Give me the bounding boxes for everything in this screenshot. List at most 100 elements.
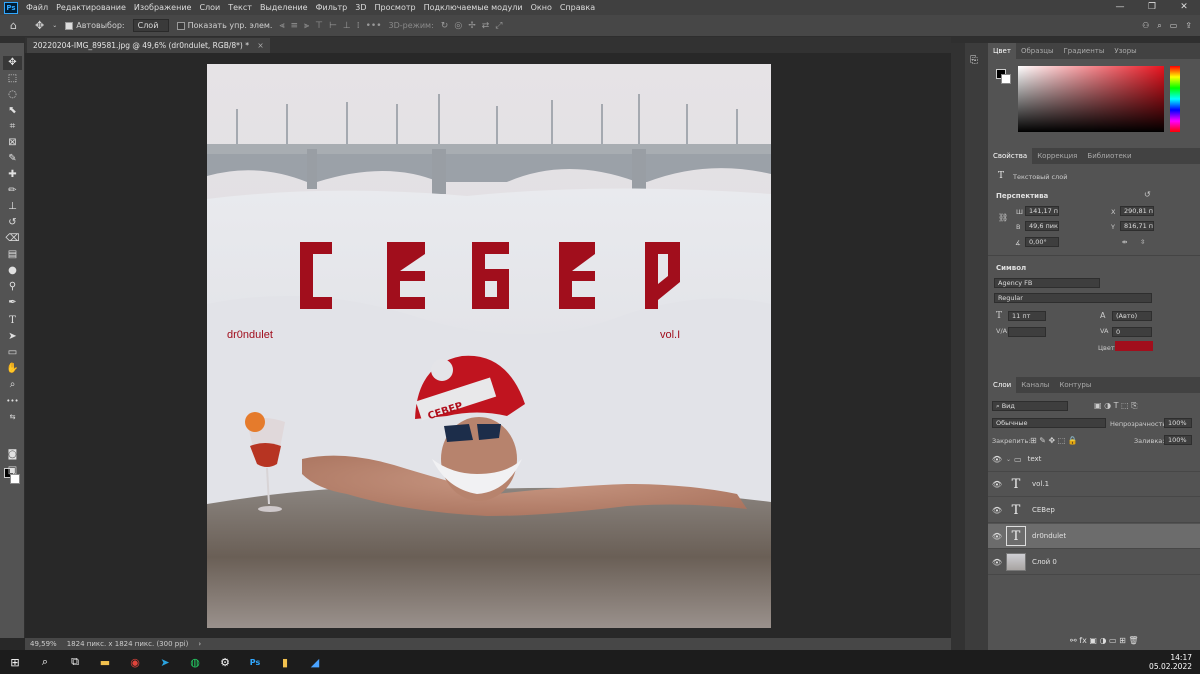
- autoselect-checkbox[interactable]: [65, 21, 74, 30]
- tab-patterns[interactable]: Узоры: [1109, 43, 1141, 59]
- hand-tool-icon[interactable]: ✋: [3, 362, 22, 376]
- move-tool-preset-icon[interactable]: ✥: [35, 19, 44, 32]
- x-field[interactable]: 290,81 пик: [1120, 206, 1154, 216]
- font-size-field[interactable]: 11 пт: [1008, 311, 1046, 321]
- align-middle-icon[interactable]: ⊢: [329, 21, 337, 31]
- move-tool-icon[interactable]: ✥: [3, 56, 22, 70]
- app-icon[interactable]: ◢: [300, 650, 330, 674]
- chrome-icon[interactable]: ◉: [120, 650, 150, 674]
- minimize-icon[interactable]: —: [1104, 0, 1136, 15]
- close-icon[interactable]: ✕: [1168, 0, 1200, 15]
- eraser-tool-icon[interactable]: ⌫: [3, 232, 22, 246]
- menu-edit[interactable]: Редактирование: [52, 3, 130, 12]
- tab-gradients[interactable]: Градиенты: [1059, 43, 1110, 59]
- visibility-eye-icon[interactable]: 👁: [988, 455, 1006, 464]
- menu-image[interactable]: Изображение: [130, 3, 196, 12]
- menu-layer[interactable]: Слои: [195, 3, 224, 12]
- hue-slider[interactable]: [1170, 66, 1180, 132]
- character-section-title[interactable]: Символ: [996, 264, 1026, 272]
- blend-mode-select[interactable]: Обычные: [992, 418, 1106, 428]
- pan-3d-icon[interactable]: ✢: [468, 21, 476, 31]
- visibility-eye-icon[interactable]: 👁: [988, 532, 1006, 541]
- document-canvas[interactable]: СЕВЕР dr0ndulet vol.I: [207, 64, 771, 628]
- font-family-select[interactable]: Agency FB: [994, 278, 1100, 288]
- slide-3d-icon[interactable]: ⇄: [482, 21, 490, 31]
- share-icon[interactable]: ⚇: [1142, 21, 1149, 30]
- tab-color[interactable]: Цвет: [988, 43, 1016, 59]
- opacity-field[interactable]: 100%: [1164, 418, 1192, 428]
- distribute-icon[interactable]: ⁞: [357, 21, 360, 31]
- link-icon[interactable]: ⛓: [998, 213, 1008, 222]
- tab-adjustments[interactable]: Коррекция: [1032, 148, 1082, 164]
- quick-mask-icon[interactable]: ◙: [3, 448, 22, 462]
- layer-row[interactable]: 👁 ⌄ ▭ text: [988, 447, 1200, 472]
- menu-plugins[interactable]: Подключаемые модули: [420, 3, 527, 12]
- system-clock[interactable]: 14:17 05.02.2022: [1149, 653, 1192, 671]
- type-tool-icon[interactable]: T: [3, 314, 22, 328]
- color-bg-swatch[interactable]: [1001, 74, 1011, 84]
- tab-swatches[interactable]: Образцы: [1016, 43, 1059, 59]
- layer-actions-icons[interactable]: ⚯ fx ▣ ◑ ▭ ⊞ 🗑: [1070, 636, 1138, 645]
- y-field[interactable]: 816,71 пик: [1120, 221, 1154, 231]
- file-explorer-icon[interactable]: ▬: [90, 650, 120, 674]
- chevron-right-icon[interactable]: ›: [198, 640, 201, 648]
- align-center-icon[interactable]: ≡: [291, 21, 299, 31]
- lock-icons[interactable]: ⊞ ✎ ✥ ⬚ 🔒: [1030, 436, 1078, 445]
- document-tab[interactable]: 20220204-IMG_89581.jpg @ 49,6% (dr0ndule…: [27, 38, 270, 53]
- path-select-tool-icon[interactable]: ➤: [3, 330, 22, 344]
- align-left-icon[interactable]: ⫷: [279, 21, 284, 31]
- align-right-icon[interactable]: ⫸: [304, 21, 309, 31]
- chevron-down-icon[interactable]: ⌄: [1006, 456, 1011, 463]
- width-field[interactable]: 141,17 пик: [1025, 206, 1059, 216]
- chevron-down-icon[interactable]: ⌄: [52, 22, 57, 29]
- tab-layers[interactable]: Слои: [988, 377, 1017, 393]
- more-tools-icon[interactable]: •••: [3, 394, 22, 408]
- layer-row[interactable]: 👁 T vol.1: [988, 472, 1200, 497]
- blur-tool-icon[interactable]: ●: [3, 264, 22, 278]
- height-field[interactable]: 49,6 пикс.: [1025, 221, 1059, 231]
- restore-icon[interactable]: ❐: [1136, 0, 1168, 15]
- healing-tool-icon[interactable]: ✚: [3, 168, 22, 182]
- transform-section-title[interactable]: Перспектива: [996, 192, 1048, 200]
- search-icon[interactable]: ⌕: [30, 650, 60, 674]
- settings-gear-icon[interactable]: ⚙: [210, 650, 240, 674]
- swap-colors-icon[interactable]: ⇆: [3, 410, 22, 424]
- close-tab-icon[interactable]: ×: [257, 41, 263, 50]
- tracking-field[interactable]: 0: [1112, 327, 1152, 337]
- menu-filter[interactable]: Фильтр: [312, 3, 352, 12]
- tab-libraries[interactable]: Библиотеки: [1082, 148, 1136, 164]
- flip-vertical-icon[interactable]: ⇳: [1140, 238, 1145, 246]
- angle-field[interactable]: 0,00°: [1025, 237, 1059, 247]
- lasso-tool-icon[interactable]: ◌: [3, 88, 22, 102]
- text-color-swatch[interactable]: [1115, 341, 1153, 351]
- layer-row[interactable]: 👁 T СЕВер: [988, 498, 1200, 523]
- scale-3d-icon[interactable]: ⤢: [495, 21, 502, 31]
- crop-tool-icon[interactable]: ⌗: [3, 120, 22, 134]
- notes-icon[interactable]: ▮: [270, 650, 300, 674]
- frame-tool-icon[interactable]: ⊠: [3, 136, 22, 150]
- menu-3d[interactable]: 3D: [351, 3, 370, 12]
- telegram-icon[interactable]: ➤: [150, 650, 180, 674]
- quick-select-tool-icon[interactable]: ⬉: [3, 104, 22, 118]
- menu-type[interactable]: Текст: [224, 3, 256, 12]
- menu-select[interactable]: Выделение: [256, 3, 312, 12]
- filter-type-icons[interactable]: ▣ ◑ T ⬚ ⎘: [1094, 401, 1138, 411]
- menu-help[interactable]: Справка: [556, 3, 599, 12]
- task-view-icon[interactable]: ⧉: [60, 650, 90, 674]
- dodge-tool-icon[interactable]: ⚲: [3, 280, 22, 294]
- tab-paths[interactable]: Контуры: [1054, 377, 1096, 393]
- workspace-icon[interactable]: ▭: [1170, 21, 1178, 30]
- zoom-level[interactable]: 49,59%: [30, 640, 57, 648]
- fill-field[interactable]: 100%: [1164, 435, 1192, 445]
- marquee-tool-icon[interactable]: ⬚: [3, 72, 22, 86]
- share-export-icon[interactable]: ⇪: [1185, 21, 1192, 30]
- photoshop-taskbar-icon[interactable]: Ps: [240, 650, 270, 674]
- windows-start-icon[interactable]: ⊞: [0, 650, 30, 674]
- visibility-eye-icon[interactable]: 👁: [988, 558, 1006, 567]
- tab-channels[interactable]: Каналы: [1016, 377, 1054, 393]
- pen-tool-icon[interactable]: ✒: [3, 296, 22, 310]
- autoselect-dropdown[interactable]: Слой: [132, 19, 169, 32]
- visibility-eye-icon[interactable]: 👁: [988, 506, 1006, 515]
- flip-horizontal-icon[interactable]: ⇹: [1122, 238, 1127, 246]
- layer-filter-select[interactable]: ⌕ Вид: [992, 401, 1068, 411]
